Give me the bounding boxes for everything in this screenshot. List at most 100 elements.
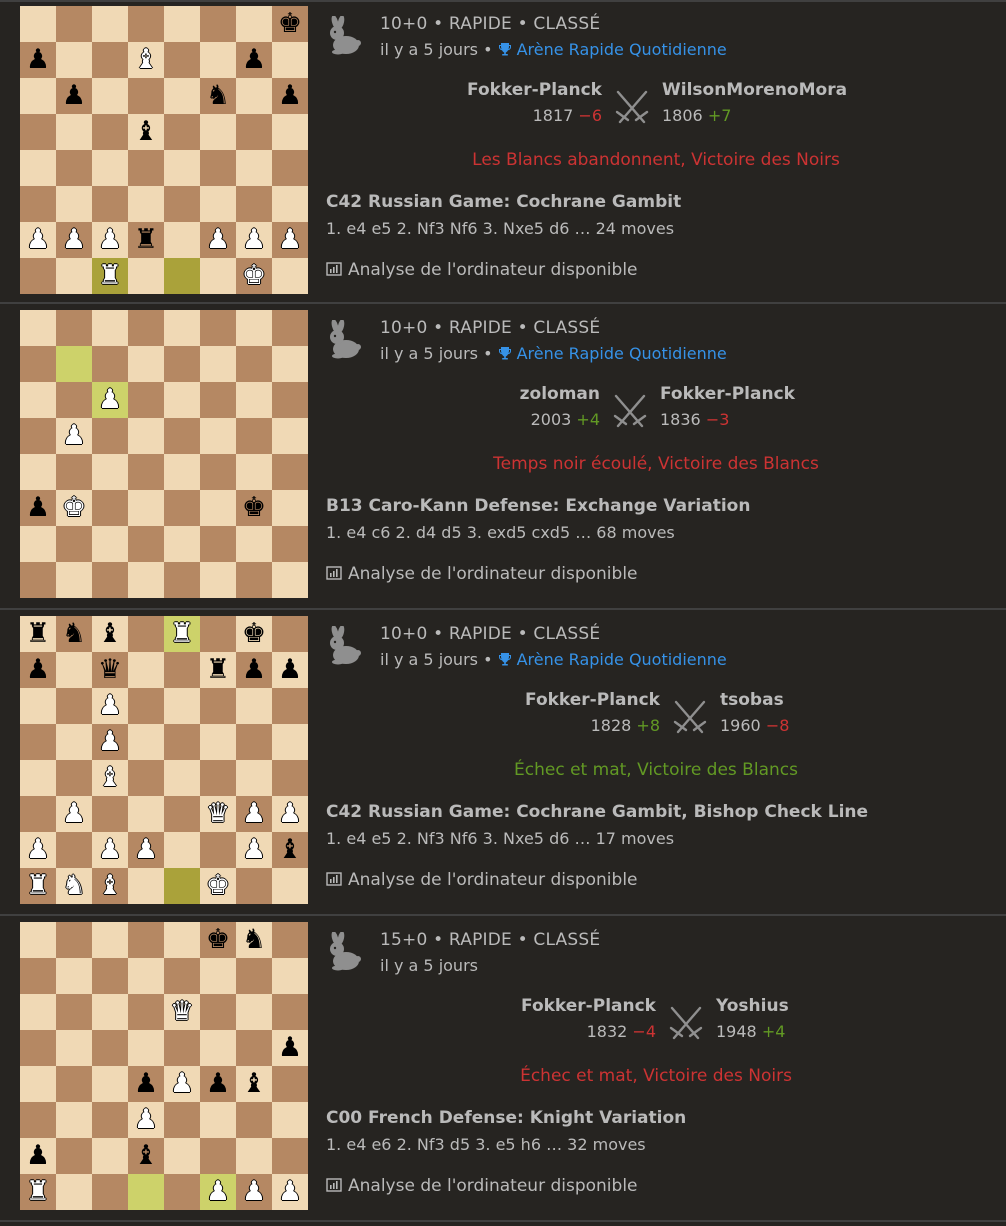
tournament-link[interactable]: Arène Rapide Quotidienne [498, 650, 727, 669]
white-player-rating: 1828 +8 [420, 716, 660, 735]
black-player[interactable]: WilsonMorenoMora 1806 +7 [662, 80, 902, 125]
mini-board[interactable]: ♜ ♞ ♝ ♜ ♚ ♟ ♛ ♜ ♟ ♟ ♟ ♟ ♝ ♟ ♛ ♟ ♟ ♟ ♟ ♟ ♟ ♝ ♜ ♞ ♝ ♚ [20, 616, 308, 904]
players: zoloman 2003 +4 Fokker-Planck 1836 −3 [326, 384, 986, 440]
game-result: Échec et mat, Victoire des Blancs [514, 760, 798, 780]
game-row[interactable]: ♚ ♞ ♛ ♟ ♟ ♟ ♟ ♝ ♟ ♟ ♝ ♜ ♟ ♟ ♟ 15+0 • RAPIDE • CLASSÉ il … [0, 918, 1006, 1222]
tournament-name[interactable]: Arène Rapide Quotidienne [517, 650, 727, 669]
black-player-name[interactable]: Yoshius [716, 996, 956, 1016]
board-square [56, 1066, 92, 1102]
analysis-label[interactable]: Analyse de l'ordinateur disponible [348, 870, 638, 890]
board-square [200, 1102, 236, 1138]
white-pawn-icon: ♟ [241, 798, 267, 829]
black-player[interactable]: Fokker-Planck 1836 −3 [660, 384, 900, 429]
game-result: Temps noir écoulé, Victoire des Blancs [493, 454, 819, 474]
board-square: ♞ [56, 868, 92, 904]
black-bishop-icon: ♝ [241, 1068, 267, 1099]
white-player[interactable]: zoloman 2003 +4 [360, 384, 600, 429]
board-square [56, 562, 92, 598]
white-player-name[interactable]: Fokker-Planck [362, 80, 602, 100]
game-row[interactable]: ♜ ♞ ♝ ♜ ♚ ♟ ♛ ♜ ♟ ♟ ♟ ♟ ♝ ♟ ♛ ♟ ♟ ♟ ♟ ♟ ♟ ♝ ♜ ♞ ♝ ♚ 10+0 • RAPIDE … [0, 612, 1006, 916]
white-pawn-icon: ♟ [133, 834, 159, 865]
tournament-name[interactable]: Arène Rapide Quotidienne [517, 344, 727, 363]
board-square [200, 186, 236, 222]
tournament-link[interactable]: Arène Rapide Quotidienne [498, 40, 727, 59]
black-player-rating: 1806 +7 [662, 106, 902, 125]
board-square [200, 1030, 236, 1066]
board-square [164, 868, 200, 904]
mini-board[interactable]: ♟ ♟ ♟ ♚ ♚ [20, 310, 308, 598]
board-square [56, 958, 92, 994]
board-square [200, 258, 236, 294]
black-player-name[interactable]: tsobas [720, 690, 960, 710]
tournament-link[interactable]: Arène Rapide Quotidienne [498, 344, 727, 363]
white-player[interactable]: Fokker-Planck 1832 −4 [416, 996, 656, 1041]
board-square [236, 310, 272, 346]
black-player[interactable]: tsobas 1960 −8 [720, 690, 960, 735]
white-player-name[interactable]: zoloman [360, 384, 600, 404]
board-square [164, 724, 200, 760]
board-square [20, 78, 56, 114]
rating-diff: +8 [636, 716, 660, 735]
black-pawn-icon: ♟ [133, 1068, 159, 1099]
board-square: ♟ [20, 1138, 56, 1174]
game-row[interactable]: ♟ ♟ ♟ ♚ ♚ 10+0 • RAPIDE • CLASSÉ il y a 5 jour… [0, 306, 1006, 610]
black-queen-icon: ♛ [97, 654, 123, 685]
board-square [200, 42, 236, 78]
rabbit-icon [326, 625, 370, 670]
mini-board[interactable]: ♚ ♞ ♛ ♟ ♟ ♟ ♟ ♝ ♟ ♟ ♝ ♜ ♟ ♟ ♟ [20, 922, 308, 1210]
white-player[interactable]: Fokker-Planck 1817 −6 [362, 80, 602, 125]
analysis-available[interactable]: Analyse de l'ordinateur disponible [326, 564, 638, 584]
white-king-icon: ♚ [205, 870, 231, 901]
white-pawn-icon: ♟ [61, 224, 87, 255]
analysis-available[interactable]: Analyse de l'ordinateur disponible [326, 1176, 638, 1196]
board-square [56, 688, 92, 724]
white-pawn-icon: ♟ [97, 224, 123, 255]
white-pawn-icon: ♟ [97, 726, 123, 757]
white-player[interactable]: Fokker-Planck 1828 +8 [420, 690, 660, 735]
black-player-name[interactable]: WilsonMorenoMora [662, 80, 902, 100]
analysis-label[interactable]: Analyse de l'ordinateur disponible [348, 1176, 638, 1196]
board-square [128, 616, 164, 652]
board-square [200, 724, 236, 760]
board-square [200, 382, 236, 418]
bar-chart-icon [326, 1178, 342, 1195]
board-square [128, 258, 164, 294]
mini-board[interactable]: ♚ ♟ ♝ ♟ ♟ ♞ ♟ ♝ ♟ ♟ ♟ ♜ ♟ ♟ ♟ ♜ ♚ [20, 6, 308, 294]
black-knight-icon: ♞ [241, 924, 267, 955]
board-square [164, 922, 200, 958]
board-square [236, 868, 272, 904]
board-square: ♟ [56, 222, 92, 258]
analysis-label[interactable]: Analyse de l'ordinateur disponible [348, 564, 638, 584]
analysis-label[interactable]: Analyse de l'ordinateur disponible [348, 260, 638, 280]
board-square [164, 1030, 200, 1066]
black-rook-icon: ♜ [133, 224, 159, 255]
game-subheader: il y a 5 jours • Arène Rapide Quotidienn… [380, 40, 727, 59]
black-player-name[interactable]: Fokker-Planck [660, 384, 900, 404]
crossed-swords-icon [610, 392, 650, 432]
white-player-name[interactable]: Fokker-Planck [420, 690, 660, 710]
black-pawn-icon: ♟ [205, 1068, 231, 1099]
board-square: ♟ [272, 796, 308, 832]
game-header: 10+0 • RAPIDE • CLASSÉ [380, 318, 601, 338]
rating-value: 1828 [590, 716, 632, 735]
black-player[interactable]: Yoshius 1948 +4 [716, 996, 956, 1041]
board-square [92, 1030, 128, 1066]
black-pawn-icon: ♟ [241, 654, 267, 685]
board-square: ♜ [128, 222, 164, 258]
analysis-available[interactable]: Analyse de l'ordinateur disponible [326, 870, 638, 890]
board-square [236, 346, 272, 382]
board-square [56, 922, 92, 958]
game-row[interactable]: ♚ ♟ ♝ ♟ ♟ ♞ ♟ ♝ ♟ ♟ ♟ ♜ ♟ ♟ ♟ ♜ ♚ 10+0 • RAPIDE • CLASSÉ i… [0, 0, 1006, 304]
board-square [56, 310, 92, 346]
black-pawn-icon: ♟ [277, 1032, 303, 1063]
black-king-icon: ♚ [277, 8, 303, 39]
board-square: ♜ [20, 616, 56, 652]
analysis-available[interactable]: Analyse de l'ordinateur disponible [326, 260, 638, 280]
board-square: ♟ [272, 222, 308, 258]
board-square [164, 382, 200, 418]
board-square [56, 994, 92, 1030]
board-square [128, 490, 164, 526]
white-player-name[interactable]: Fokker-Planck [416, 996, 656, 1016]
tournament-name[interactable]: Arène Rapide Quotidienne [517, 40, 727, 59]
rating-value: 1806 [662, 106, 703, 125]
